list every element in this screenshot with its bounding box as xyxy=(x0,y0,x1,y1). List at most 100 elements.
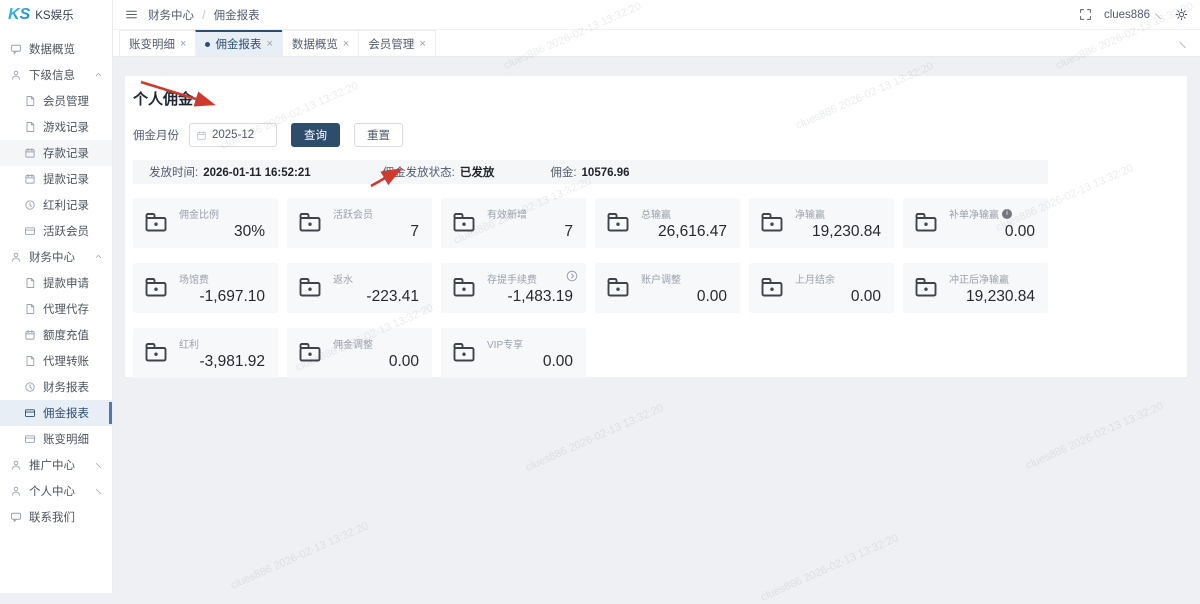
chevron-up-icon xyxy=(94,252,103,261)
user-menu[interactable]: clues886 xyxy=(1104,9,1163,21)
issue-status: 佣金发放状态:已发放 xyxy=(383,164,495,180)
stat-card-label: 账户调整 xyxy=(641,271,681,286)
sidebar-item-withdrawal-records[interactable]: 提款记录 xyxy=(0,166,112,192)
sidebar-item-contact-us[interactable]: 联系我们 xyxy=(0,504,112,530)
reset-button[interactable]: 重置 xyxy=(354,123,403,147)
sidebar-menu: 数据概览下级信息会员管理游戏记录存款记录提款记录红利记录活跃会员财务中心提款申请… xyxy=(0,30,112,530)
info-icon[interactable]: i xyxy=(1002,209,1012,219)
tab-close-icon[interactable]: × xyxy=(343,38,349,50)
sidebar: KS KS娱乐 数据概览下级信息会员管理游戏记录存款记录提款记录红利记录活跃会员… xyxy=(0,0,113,593)
sidebar-item-label: 联系我们 xyxy=(29,509,75,525)
wallet-icon xyxy=(605,211,631,234)
issue-status-label: 佣金发放状态: xyxy=(383,167,455,179)
stat-card-label: 存提手续费 xyxy=(487,271,537,286)
sidebar-item-commission-report[interactable]: 佣金报表 xyxy=(0,400,112,426)
month-input[interactable] xyxy=(212,129,270,141)
stat-card-venue-fee: 场馆费 -1,697.10 xyxy=(133,263,278,313)
sidebar-item-bonus-records[interactable]: 红利记录 xyxy=(0,192,112,218)
stat-card-label: 返水 xyxy=(333,271,353,286)
stat-card-value: -223.41 xyxy=(366,288,419,306)
query-button[interactable]: 查询 xyxy=(291,123,340,147)
chat-icon xyxy=(10,511,23,523)
sidebar-item-label: 提款申请 xyxy=(43,275,89,291)
main-panel: 个人佣金 佣金月份 查询 重置 发放时间:2026-01-11 16:52:21… xyxy=(125,76,1187,377)
sidebar-item-finance-report[interactable]: 财务报表 xyxy=(0,374,112,400)
sidebar-item-data-overview[interactable]: 数据概览 xyxy=(0,36,112,62)
stat-card-value: 7 xyxy=(410,223,419,241)
fullscreen-icon[interactable] xyxy=(1079,8,1092,21)
stat-card-value: 0.00 xyxy=(389,353,419,371)
watermark-text: clues886 2026-02-13 13:32:20 xyxy=(759,532,900,604)
sidebar-item-finance-center[interactable]: 财务中心 xyxy=(0,244,112,270)
month-picker[interactable] xyxy=(189,123,277,147)
brand-name: KS娱乐 xyxy=(35,7,73,23)
wallet-icon xyxy=(605,276,631,299)
breadcrumb-separator: / xyxy=(202,10,205,22)
tab-commission-report[interactable]: 佣金报表× xyxy=(195,30,282,56)
sidebar-item-personal-center[interactable]: 个人中心 xyxy=(0,478,112,504)
stat-card-value: 30% xyxy=(234,223,265,241)
stat-card-label: 冲正后净输赢 xyxy=(949,271,1009,286)
sidebar-item-deposit-records[interactable]: 存款记录 xyxy=(0,140,112,166)
stat-card-label: 补单净输赢i xyxy=(949,206,1012,221)
settings-gear-icon[interactable] xyxy=(1175,8,1188,21)
chat-icon xyxy=(10,43,23,55)
stat-card-value: -3,981.92 xyxy=(200,353,266,371)
tab-member-management[interactable]: 会员管理× xyxy=(358,30,435,56)
stat-card-label: 红利 xyxy=(179,336,199,351)
sidebar-item-label: 账变明细 xyxy=(43,431,89,447)
sidebar-item-label: 个人中心 xyxy=(29,483,75,499)
sidebar-item-withdrawal-request[interactable]: 提款申请 xyxy=(0,270,112,296)
stat-card-label: 佣金调整 xyxy=(333,336,373,351)
tab-close-icon[interactable]: × xyxy=(419,38,425,50)
sidebar-item-agent-transfer[interactable]: 代理转账 xyxy=(0,348,112,374)
tab-close-icon[interactable]: × xyxy=(180,38,186,50)
brand-logo: KS xyxy=(8,6,30,24)
wallet-icon xyxy=(297,276,323,299)
sidebar-item-label: 下级信息 xyxy=(29,67,75,83)
wallet-icon xyxy=(759,276,785,299)
sidebar-item-label: 游戏记录 xyxy=(43,119,89,135)
stat-card-corrected-net-winloss: 冲正后净输赢19,230.84 xyxy=(903,263,1048,313)
sidebar-item-label: 存款记录 xyxy=(43,145,89,161)
commission-total: 佣金:10576.96 xyxy=(550,164,629,180)
brand: KS KS娱乐 xyxy=(0,0,112,30)
collapse-menu-icon[interactable] xyxy=(125,8,138,21)
tabs: 账变明细×佣金报表×数据概览×会员管理× xyxy=(119,30,435,56)
tab-label: 账变明细 xyxy=(129,36,175,52)
sidebar-item-label: 佣金报表 xyxy=(43,405,89,421)
issue-time-value: 2026-01-11 16:52:21 xyxy=(203,167,310,179)
stat-card-value: -1,697.10 xyxy=(200,288,266,306)
tab-data-overview[interactable]: 数据概览× xyxy=(282,30,359,56)
stat-card-label: 场馆费 xyxy=(179,271,209,286)
breadcrumb-section[interactable]: 财务中心 xyxy=(148,10,194,22)
tab-account-change-detail[interactable]: 账变明细 × xyxy=(119,30,196,56)
stat-card-account-adjustment: 账户调整0.00 xyxy=(595,263,740,313)
sidebar-item-quota-recharge[interactable]: 额度充值 xyxy=(0,322,112,348)
stat-cards: 佣金比例30%活跃会员7有效新增7总输赢26,616.47净输赢19,230.8… xyxy=(133,198,1179,378)
stat-card-value: 26,616.47 xyxy=(658,223,727,241)
stat-card-commission-adjustment: 佣金调整 0.00 xyxy=(287,328,432,378)
sidebar-item-account-change-detail[interactable]: 账变明细 xyxy=(0,426,112,452)
tab-close-icon[interactable]: × xyxy=(266,38,272,50)
stat-card-label: 活跃会员 xyxy=(333,206,373,221)
wallet-icon xyxy=(297,211,323,234)
sidebar-item-member-management[interactable]: 会员管理 xyxy=(0,88,112,114)
expand-icon[interactable] xyxy=(566,270,578,282)
stat-card-label: 上月结余 xyxy=(795,271,835,286)
sidebar-item-subordinate-info[interactable]: 下级信息 xyxy=(0,62,112,88)
stat-card-valid-new-members: 有效新增7 xyxy=(441,198,586,248)
sidebar-item-active-members[interactable]: 活跃会员 xyxy=(0,218,112,244)
clock-icon xyxy=(24,381,37,393)
tabbar-chevron-down-icon[interactable] xyxy=(1177,38,1188,49)
wallet-icon xyxy=(759,211,785,234)
sidebar-item-game-records[interactable]: 游戏记录 xyxy=(0,114,112,140)
sidebar-item-promotion-center[interactable]: 推广中心 xyxy=(0,452,112,478)
stat-card-bonus: 红利-3,981.92 xyxy=(133,328,278,378)
sidebar-item-agent-deposit[interactable]: 代理代存 xyxy=(0,296,112,322)
stat-card-commission-ratio: 佣金比例30% xyxy=(133,198,278,248)
wallet-icon xyxy=(143,341,169,364)
doc-icon xyxy=(24,95,37,107)
user-icon xyxy=(10,459,23,471)
filter-row: 佣金月份 查询 重置 xyxy=(133,123,1179,147)
